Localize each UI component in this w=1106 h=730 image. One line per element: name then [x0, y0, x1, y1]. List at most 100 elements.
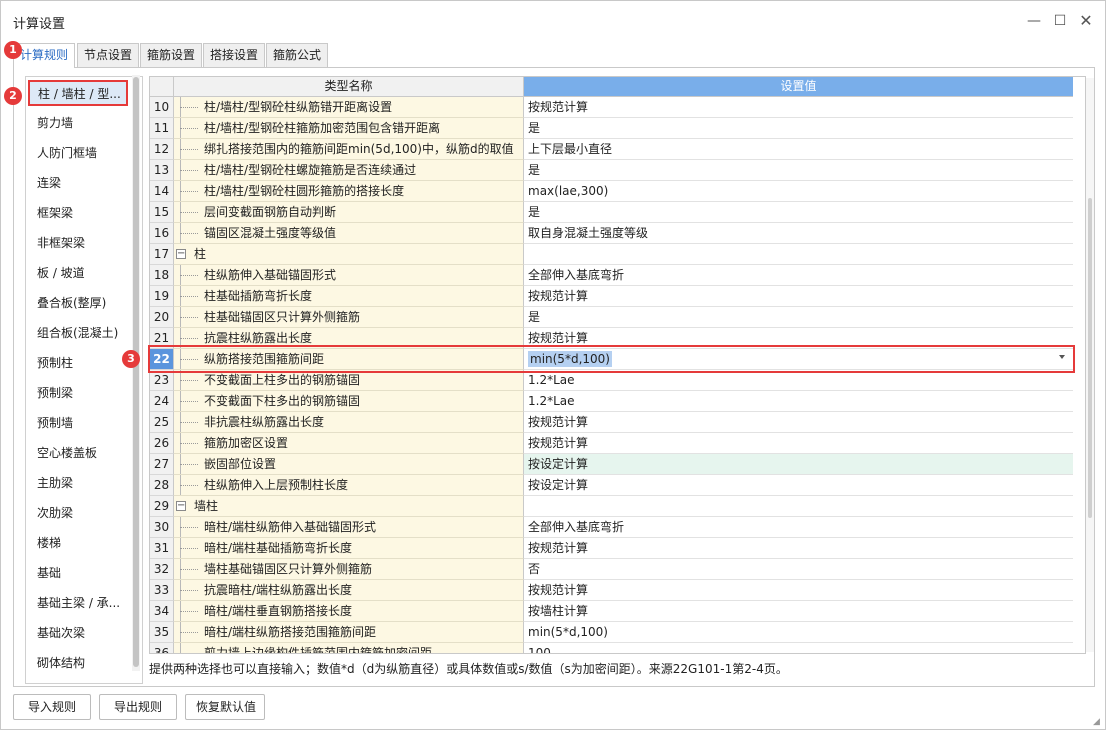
setting-value[interactable]: 是 — [524, 160, 1073, 181]
sidebar-item[interactable]: 次肋梁 — [26, 498, 142, 528]
setting-value[interactable]: max(lae,300) — [524, 181, 1073, 202]
grid-row[interactable]: 18 柱纵筋伸入基础锚固形式 全部伸入基底弯折 — [150, 265, 1073, 286]
grid-row[interactable]: 15 层间变截面钢筋自动判断 是 — [150, 202, 1073, 223]
sidebar-item[interactable]: 基础次梁 — [26, 618, 142, 648]
setting-value[interactable]: 是 — [524, 202, 1073, 223]
tree-branch — [180, 422, 198, 423]
resize-grip-icon[interactable]: ◢ — [1093, 717, 1103, 727]
minimize-icon[interactable]: — — [1024, 11, 1044, 31]
grid-row[interactable]: 21 抗震柱纵筋露出长度 按规范计算 — [150, 328, 1073, 349]
sidebar-scrollbar-thumb[interactable] — [133, 77, 139, 667]
setting-label: 绑扎搭接范围内的箍筋间距min(5d,100)中，纵筋d的取值 — [204, 142, 514, 156]
grid-row[interactable]: 32 墙柱基础锚固区只计算外侧箍筋 否 — [150, 559, 1073, 580]
setting-value[interactable]: 全部伸入基底弯折 — [524, 265, 1073, 286]
export-rules-button[interactable]: 导出规则 — [99, 694, 177, 720]
setting-value[interactable]: min(5*d,100) — [524, 622, 1073, 643]
setting-value[interactable] — [524, 496, 1073, 517]
row-type-name: − 柱 — [174, 244, 524, 265]
sidebar-item[interactable]: 主肋梁 — [26, 468, 142, 498]
setting-value[interactable]: 按墙柱计算 — [524, 601, 1073, 622]
grid-row[interactable]: 25 非抗震柱纵筋露出长度 按规范计算 — [150, 412, 1073, 433]
setting-value[interactable]: 按规范计算 — [524, 580, 1073, 601]
grid-scrollbar[interactable] — [1086, 78, 1094, 652]
sidebar-item[interactable]: 组合板(混凝土) — [26, 318, 142, 348]
setting-value[interactable]: 按设定计算 — [524, 475, 1073, 496]
setting-value[interactable]: 是 — [524, 118, 1073, 139]
setting-value[interactable] — [524, 244, 1073, 265]
grid-group-row[interactable]: 17− 柱 — [150, 244, 1073, 265]
grid-row[interactable]: 33 抗震暗柱/端柱纵筋露出长度 按规范计算 — [150, 580, 1073, 601]
setting-value[interactable]: 按规范计算 — [524, 412, 1073, 433]
setting-value[interactable]: 按规范计算 — [524, 538, 1073, 559]
sidebar-item[interactable]: 基础主梁 / 承... — [26, 588, 142, 618]
sidebar-item[interactable]: 柱 / 墙柱 / 型... — [28, 80, 128, 106]
grid-row[interactable]: 20 柱基础锚固区只计算外侧箍筋 是 — [150, 307, 1073, 328]
setting-value[interactable]: 按规范计算 — [524, 97, 1073, 118]
setting-value[interactable]: 取自身混凝土强度等级 — [524, 223, 1073, 244]
sidebar-item[interactable]: 砌体结构 — [26, 648, 142, 678]
grid-row[interactable]: 12 绑扎搭接范围内的箍筋间距min(5d,100)中，纵筋d的取值 上下层最小直径 — [150, 139, 1073, 160]
grid-row[interactable]: 36 剪力墙上边缘构件插筋范围内箍筋加密间距 100 — [150, 643, 1073, 654]
sidebar-item[interactable]: 预制梁 — [26, 378, 142, 408]
sidebar-item[interactable]: 预制墙 — [26, 408, 142, 438]
grid-row[interactable]: 22 纵筋搭接范围箍筋间距 min(5*d,100) — [150, 349, 1073, 370]
tab-calculation-rules[interactable]: 计算规则 — [13, 43, 76, 68]
sidebar-item[interactable]: 框架梁 — [26, 198, 142, 228]
close-icon[interactable]: ✕ — [1076, 11, 1096, 31]
sidebar-item[interactable]: 板 / 坡道 — [26, 258, 142, 288]
row-number: 11 — [150, 118, 174, 139]
setting-value[interactable]: 1.2*Lae — [524, 391, 1073, 412]
maximize-icon[interactable]: ☐ — [1050, 11, 1070, 31]
grid-row[interactable]: 27 嵌固部位设置 按设定计算 — [150, 454, 1073, 475]
restore-defaults-button[interactable]: 恢复默认值 — [185, 694, 265, 720]
setting-value[interactable]: 1.2*Lae — [524, 370, 1073, 391]
setting-value[interactable]: 100 — [524, 643, 1073, 653]
grid-row[interactable]: 11 柱/墙柱/型钢砼柱箍筋加密范围包含错开距离 是 — [150, 118, 1073, 139]
tab-stirrup-formula[interactable]: 箍筋公式 — [266, 43, 329, 67]
collapse-icon[interactable]: − — [176, 249, 186, 259]
sidebar-scrollbar[interactable] — [132, 75, 140, 671]
grid-group-row[interactable]: 29− 墙柱 — [150, 496, 1073, 517]
grid-row[interactable]: 14 柱/墙柱/型钢砼柱圆形箍筋的搭接长度 max(lae,300) — [150, 181, 1073, 202]
tab-node-settings[interactable]: 节点设置 — [77, 43, 140, 67]
grid-row[interactable]: 16 锚固区混凝土强度等级值 取自身混凝土强度等级 — [150, 223, 1073, 244]
setting-value-dropdown[interactable]: min(5*d,100) — [524, 349, 1073, 370]
sidebar-item[interactable]: 非框架梁 — [26, 228, 142, 258]
grid-row[interactable]: 23 不变截面上柱多出的钢筋锚固 1.2*Lae — [150, 370, 1073, 391]
row-type-name: 箍筋加密区设置 — [174, 433, 524, 454]
tab-stirrup-settings[interactable]: 箍筋设置 — [140, 43, 203, 67]
grid-row[interactable]: 31 暗柱/端柱基础插筋弯折长度 按规范计算 — [150, 538, 1073, 559]
setting-value[interactable]: 全部伸入基底弯折 — [524, 517, 1073, 538]
tab-lap-settings[interactable]: 搭接设置 — [203, 43, 266, 67]
setting-value[interactable]: 否 — [524, 559, 1073, 580]
setting-value[interactable]: 按规范计算 — [524, 286, 1073, 307]
setting-value-input[interactable]: min(5*d,100) — [528, 351, 612, 367]
setting-value[interactable]: 按规范计算 — [524, 328, 1073, 349]
sidebar-item[interactable]: 基础 — [26, 558, 142, 588]
sidebar-item[interactable]: 人防门框墙 — [26, 138, 142, 168]
grid-row[interactable]: 19 柱基础插筋弯折长度 按规范计算 — [150, 286, 1073, 307]
collapse-icon[interactable]: − — [176, 501, 186, 511]
sidebar-item[interactable]: 叠合板(整厚) — [26, 288, 142, 318]
grid-row[interactable]: 34 暗柱/端柱垂直钢筋搭接长度 按墙柱计算 — [150, 601, 1073, 622]
grid-row[interactable]: 10 柱/墙柱/型钢砼柱纵筋错开距离设置 按规范计算 — [150, 97, 1073, 118]
grid-row[interactable]: 24 不变截面下柱多出的钢筋锚固 1.2*Lae — [150, 391, 1073, 412]
row-number: 24 — [150, 391, 174, 412]
sidebar-item[interactable]: 楼梯 — [26, 528, 142, 558]
setting-value[interactable]: 是 — [524, 307, 1073, 328]
setting-value[interactable]: 上下层最小直径 — [524, 139, 1073, 160]
setting-label: 剪力墙上边缘构件插筋范围内箍筋加密间距 — [204, 646, 433, 654]
setting-value[interactable]: 按设定计算 — [524, 454, 1073, 475]
setting-value[interactable]: 按规范计算 — [524, 433, 1073, 454]
sidebar-item[interactable]: 空心楼盖板 — [26, 438, 142, 468]
grid-row[interactable]: 35 暗柱/端柱纵筋搭接范围箍筋间距 min(5*d,100) — [150, 622, 1073, 643]
dropdown-arrow-icon[interactable] — [1059, 355, 1065, 359]
grid-row[interactable]: 30 暗柱/端柱纵筋伸入基础锚固形式 全部伸入基底弯折 — [150, 517, 1073, 538]
sidebar-item[interactable]: 连梁 — [26, 168, 142, 198]
grid-row[interactable]: 13 柱/墙柱/型钢砼柱螺旋箍筋是否连续通过 是 — [150, 160, 1073, 181]
sidebar-item[interactable]: 剪力墙 — [26, 108, 142, 138]
grid-scrollbar-thumb[interactable] — [1088, 198, 1092, 518]
grid-row[interactable]: 28 柱纵筋伸入上层预制柱长度 按设定计算 — [150, 475, 1073, 496]
import-rules-button[interactable]: 导入规则 — [13, 694, 91, 720]
grid-row[interactable]: 26 箍筋加密区设置 按规范计算 — [150, 433, 1073, 454]
